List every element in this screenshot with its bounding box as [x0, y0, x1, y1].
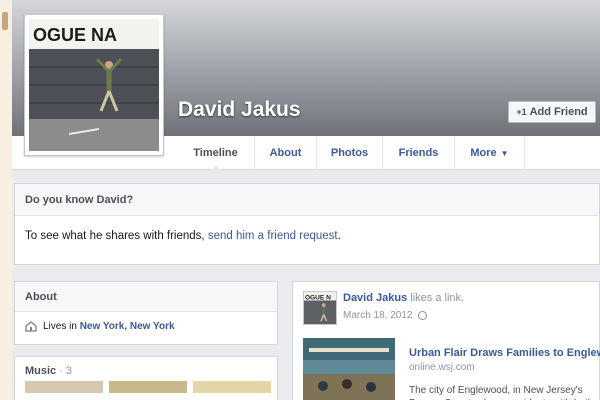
tab-photos[interactable]: Photos: [317, 136, 383, 170]
tab-friends[interactable]: Friends: [383, 136, 455, 170]
do-you-know-text: To see what he shares with friends,: [25, 230, 208, 242]
music-count: · 3: [59, 365, 73, 377]
post-avatar-sign-text: OGUE N: [305, 295, 331, 302]
music-thumbnails: [25, 381, 271, 393]
tab-about[interactable]: About: [255, 136, 317, 170]
profile-picture[interactable]: OGUE NA: [24, 14, 164, 156]
music-thumb[interactable]: [193, 381, 271, 393]
tab-label: More: [470, 147, 497, 159]
add-friend-button[interactable]: +1 Add Friend: [508, 101, 596, 123]
cover-sign-text: OGUE NA: [33, 25, 117, 45]
edge-mark: [2, 12, 8, 30]
globe-icon[interactable]: [417, 311, 427, 320]
music-card: Music · 3: [14, 356, 278, 400]
link-domain: online.wsj.com: [409, 362, 475, 373]
chevron-down-icon: ▼: [500, 148, 509, 158]
about-title[interactable]: About: [15, 282, 277, 312]
music-thumb[interactable]: [25, 381, 103, 393]
profile-name[interactable]: David Jakus: [178, 98, 301, 122]
music-title: Music: [25, 365, 57, 377]
tab-more[interactable]: More ▼: [455, 136, 525, 170]
lives-in-label: Lives in New York, New York: [43, 321, 175, 332]
post-date[interactable]: March 18, 2012: [343, 310, 413, 321]
tab-label: Timeline: [193, 147, 238, 159]
home-icon: [25, 321, 37, 332]
do-you-know-title: Do you know David?: [15, 184, 599, 216]
post-header: David Jakus likes a link.: [343, 292, 464, 304]
send-friend-request-link[interactable]: send him a friend request: [208, 230, 338, 242]
profile-photo-image: OGUE NA: [29, 19, 159, 151]
post-date-row: March 18, 2012: [343, 310, 427, 321]
do-you-know-suffix: .: [337, 230, 341, 242]
left-edge-strip: [0, 0, 12, 400]
hometown-link[interactable]: New York, New York: [80, 321, 175, 332]
lives-in-row: Lives in New York, New York: [15, 312, 277, 341]
tab-label: Friends: [398, 147, 439, 159]
tab-timeline[interactable]: Timeline: [177, 136, 255, 171]
about-card: About Lives in New York, New York: [14, 281, 278, 345]
do-you-know-body: To see what he shares with friends, send…: [15, 216, 599, 256]
add-friend-icon: +1: [516, 107, 527, 117]
post-author-link[interactable]: David Jakus: [343, 292, 407, 304]
link-thumbnail[interactable]: [303, 338, 395, 400]
do-you-know-card: Do you know David? To see what he shares…: [14, 183, 600, 265]
tab-label: About: [269, 147, 302, 159]
timeline-post: OGUE N David Jakus likes a link. March 1…: [292, 281, 600, 400]
link-title[interactable]: Urban Flair Draws Families to Englewood: [409, 347, 600, 359]
add-friend-label: Add Friend: [529, 106, 588, 118]
music-thumb[interactable]: [109, 381, 187, 393]
post-avatar[interactable]: OGUE N: [303, 291, 337, 325]
post-action: likes a link.: [407, 292, 465, 304]
tab-label: Photos: [330, 147, 369, 159]
link-description: The city of Englewood, in New Jersey's B…: [409, 385, 593, 400]
